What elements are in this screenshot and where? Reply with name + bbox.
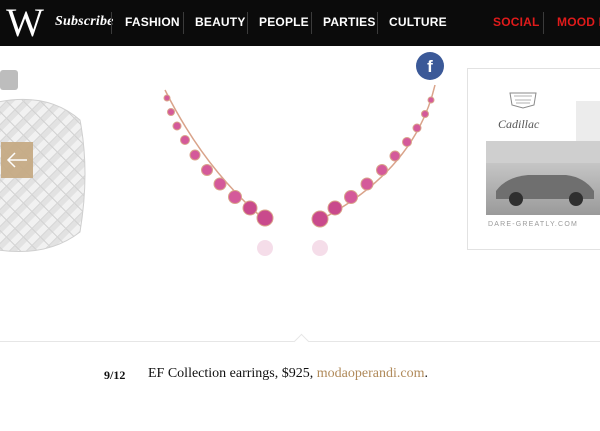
slide-counter: 9/12 [104, 368, 126, 382]
nav-subscribe[interactable]: Subscribe [55, 0, 114, 46]
nav-mood-board[interactable]: MOOD BO [557, 0, 600, 46]
nav-people[interactable]: PEOPLE [259, 0, 309, 46]
caption-link[interactable]: modaoperandi.com [317, 366, 425, 381]
earrings-image [163, 84, 436, 256]
earrings-reflection [257, 240, 328, 256]
ad-car-photo [486, 141, 600, 215]
ad-side-panel [576, 101, 600, 141]
top-nav: W Subscribe FASHION BEAUTY PEOPLE PARTIE… [0, 0, 600, 46]
nav-parties[interactable]: PARTIES [323, 0, 376, 46]
nav-divider [183, 12, 184, 34]
ad-brand: Cadillac [498, 117, 540, 131]
nav-divider [111, 12, 112, 34]
nav-fashion[interactable]: FASHION [125, 0, 180, 46]
prev-slide-button[interactable] [1, 142, 33, 178]
arrow-left-icon [6, 152, 27, 168]
car-icon [486, 141, 600, 206]
slide-caption: 9/12 EF Collection earrings, $925, modao… [0, 360, 600, 390]
nav-divider [377, 12, 378, 34]
ad-card[interactable]: Cadillac DARE-GREATLY.COM [467, 68, 600, 250]
nav-divider [247, 12, 248, 34]
caption-text: EF Collection earrings, $925, modaoperan… [148, 366, 428, 381]
nav-social[interactable]: SOCIAL [493, 0, 540, 46]
nav-culture[interactable]: CULTURE [389, 0, 447, 46]
nav-divider [311, 12, 312, 34]
w-logo[interactable]: W [3, 3, 44, 43]
nav-beauty[interactable]: BEAUTY [195, 0, 246, 46]
ad-cta: DARE-GREATLY.COM [488, 221, 578, 228]
facebook-share-button[interactable]: f [416, 52, 444, 80]
right-earring [311, 84, 436, 228]
left-earring [163, 89, 274, 227]
cadillac-crest-icon [509, 92, 537, 109]
facebook-icon: f [427, 57, 433, 76]
clutch-clasp [0, 70, 18, 90]
nav-divider [543, 12, 544, 34]
